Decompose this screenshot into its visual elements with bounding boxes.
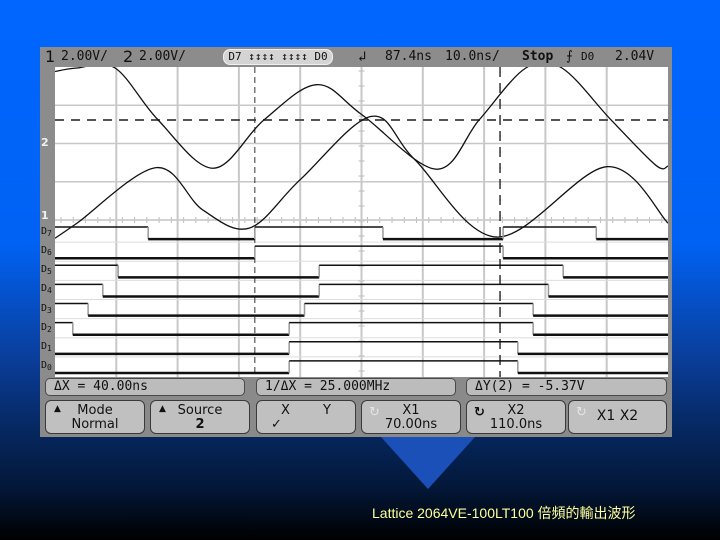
softkey-x1[interactable]: ↻ X1 70.00ns xyxy=(361,400,461,434)
softkey-mode-value: Normal xyxy=(71,417,119,432)
softkey-source-value: 2 xyxy=(195,417,205,432)
softkey-mode-label: Mode xyxy=(77,403,113,418)
digital-channels-indicator[interactable]: D7 ↕↕↕↕ ↕↕↕↕ D0 xyxy=(223,49,333,65)
ch2-ground-marker[interactable]: 2 xyxy=(41,137,49,148)
rising-edge-icon: ⨍ xyxy=(566,49,573,64)
softkey-xy-label: X Y xyxy=(281,403,331,418)
trigger-position-icon: ↲ xyxy=(358,49,367,65)
softkey-x2-label: X2 xyxy=(507,403,525,418)
softkey-x1-label: X1 xyxy=(402,403,420,418)
softkey-x2-value: 110.0ns xyxy=(489,417,543,432)
softkey-x1x2-label: X1 X2 xyxy=(596,408,639,424)
digital-label-d2: D2 xyxy=(41,321,52,334)
ch1-number[interactable]: 1 xyxy=(45,47,55,67)
softkey-xy[interactable]: X Y ✓ xyxy=(256,400,356,434)
waveform-svg xyxy=(55,67,668,377)
trigger-level[interactable]: 2.04V xyxy=(615,47,654,67)
status-bar: 1 2.00V/ 2 2.00V/ D7 ↕↕↕↕ ↕↕↕↕ D0 ↲ 87.4… xyxy=(40,47,672,67)
inverse-delta-x-readout: 1/ΔX = 25.000MHz xyxy=(256,378,456,396)
digital-label-d4: D4 xyxy=(41,283,52,296)
ch1-ground-marker[interactable]: 1 xyxy=(41,210,49,221)
caption: Lattice 2064VE-100LT100 倍頻的輸出波形 xyxy=(372,505,636,521)
delta-y-readout: ΔY(2) = -5.37V xyxy=(466,378,667,396)
waveform-plot xyxy=(55,67,668,377)
timebase[interactable]: 10.0ns/ xyxy=(445,47,500,67)
softkey-x1-value: 70.00ns xyxy=(384,417,438,432)
run-state[interactable]: Stop xyxy=(522,47,553,67)
trigger-source[interactable]: D0 xyxy=(581,47,594,67)
softkey-x2[interactable]: ↻ X2 110.0ns xyxy=(466,400,566,434)
softkey-x1x2[interactable]: ↻ X1 X2 xyxy=(568,400,667,434)
digital-label-d6: D6 xyxy=(41,245,52,258)
digital-label-d5: D5 xyxy=(41,264,52,277)
digital-label-d0: D0 xyxy=(41,359,52,372)
ch1-scale[interactable]: 2.00V/ xyxy=(61,47,108,67)
digital-label-d3: D3 xyxy=(41,302,52,315)
pointer-triangle xyxy=(381,437,475,489)
channel-marker-column: 2 1 D7 D6 D5 D4 D3 D2 D1 D0 xyxy=(40,67,55,377)
ch2-number[interactable]: 2 xyxy=(123,47,133,67)
trigger-delay[interactable]: 87.4ns xyxy=(385,47,432,67)
ch2-scale[interactable]: 2.00V/ xyxy=(139,47,186,67)
digital-label-d7: D7 xyxy=(41,226,52,239)
screen-edge xyxy=(668,67,672,377)
softkey-mode[interactable]: ▲ Mode Normal xyxy=(45,400,145,434)
delta-x-readout: ΔX = 40.00ns xyxy=(45,378,245,396)
oscilloscope-screen: 1 2.00V/ 2 2.00V/ D7 ↕↕↕↕ ↕↕↕↕ D0 ↲ 87.4… xyxy=(40,47,672,437)
softkey-source-label: Source xyxy=(177,403,223,418)
softkey-source[interactable]: ▲ Source 2 xyxy=(150,400,250,434)
digital-label-d1: D1 xyxy=(41,340,52,353)
check-icon: ✓ xyxy=(271,417,282,432)
